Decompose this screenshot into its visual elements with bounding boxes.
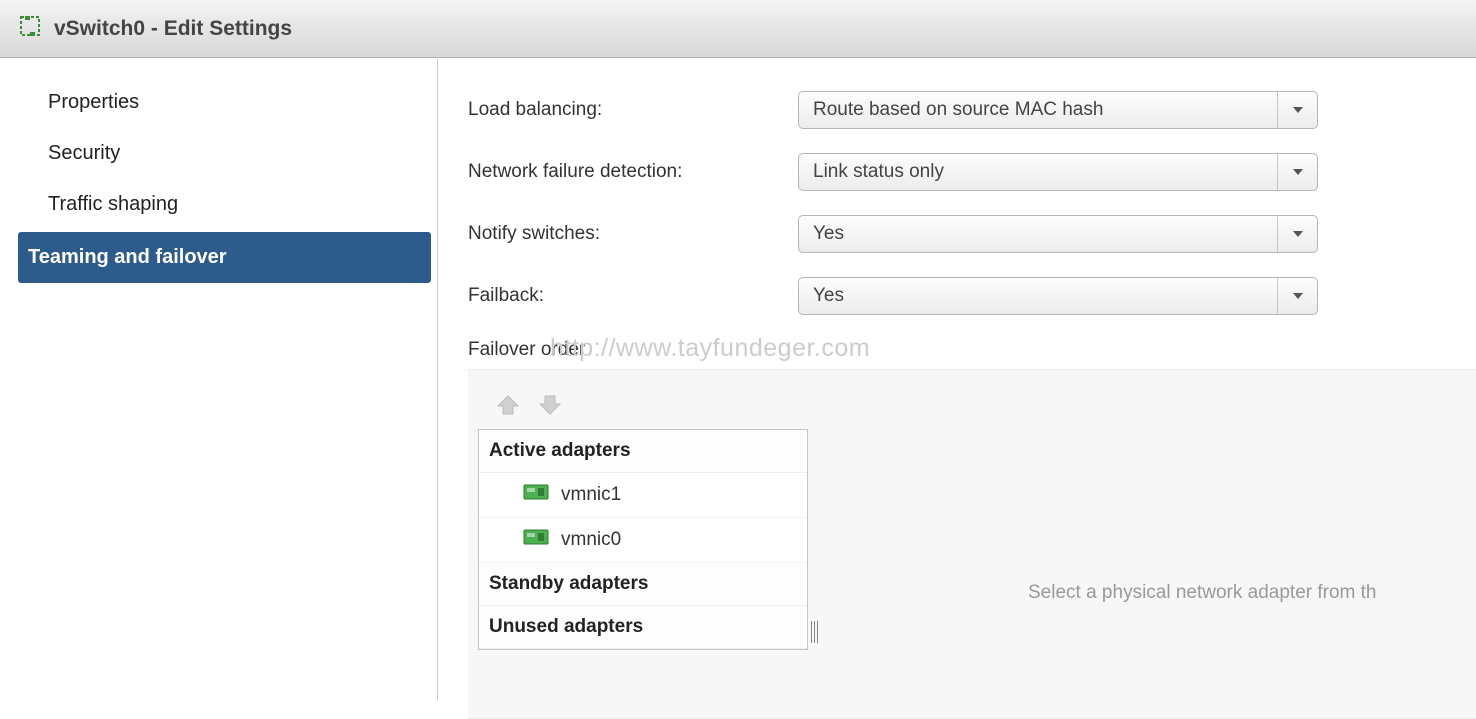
- sidebar-item-teaming-failover[interactable]: Teaming and failover: [18, 232, 431, 283]
- group-active-adapters: Active adapters: [479, 430, 807, 473]
- label-failure-detection: Network failure detection:: [468, 161, 798, 183]
- content-area: Properties Security Traffic shaping Team…: [0, 58, 1476, 700]
- sidebar: Properties Security Traffic shaping Team…: [0, 59, 438, 700]
- dropdown-load-balancing[interactable]: Route based on source MAC hash: [798, 91, 1318, 129]
- chevron-down-icon: [1277, 154, 1317, 190]
- row-failure-detection: Network failure detection: Link status o…: [468, 153, 1476, 191]
- titlebar: vSwitch0 - Edit Settings: [0, 0, 1476, 58]
- failover-order-header: Failover order: [468, 339, 1476, 361]
- failover-order-section: Active adapters vmnic1 vmnic0 Standby ad…: [468, 369, 1476, 719]
- row-notify-switches: Notify switches: Yes: [468, 215, 1476, 253]
- dropdown-failback[interactable]: Yes: [798, 277, 1318, 315]
- nic-icon: [523, 528, 549, 552]
- sidebar-item-security[interactable]: Security: [0, 128, 437, 179]
- adapter-label: vmnic1: [561, 484, 621, 506]
- chevron-down-icon: [1277, 92, 1317, 128]
- move-up-button[interactable]: [494, 394, 522, 421]
- dropdown-failure-detection[interactable]: Link status only: [798, 153, 1318, 191]
- chevron-down-icon: [1277, 278, 1317, 314]
- sidebar-item-traffic-shaping[interactable]: Traffic shaping: [0, 179, 437, 230]
- group-standby-adapters: Standby adapters: [479, 563, 807, 606]
- main-panel: Load balancing: Route based on source MA…: [438, 59, 1476, 700]
- sidebar-item-properties[interactable]: Properties: [0, 77, 437, 128]
- chevron-down-icon: [1277, 216, 1317, 252]
- dropdown-value: Link status only: [813, 161, 944, 183]
- dropdown-value: Route based on source MAC hash: [813, 99, 1103, 121]
- label-notify-switches: Notify switches:: [468, 223, 798, 245]
- group-unused-adapters: Unused adapters: [479, 606, 807, 649]
- label-failback: Failback:: [468, 285, 798, 307]
- adapter-row-vmnic0[interactable]: vmnic0: [479, 518, 807, 563]
- move-down-button[interactable]: [536, 394, 564, 421]
- resize-handle[interactable]: [811, 618, 823, 646]
- row-load-balancing: Load balancing: Route based on source MA…: [468, 91, 1476, 129]
- adapter-label: vmnic0: [561, 529, 621, 551]
- dropdown-notify-switches[interactable]: Yes: [798, 215, 1318, 253]
- dropdown-value: Yes: [813, 223, 844, 245]
- vswitch-icon: [18, 14, 42, 43]
- label-load-balancing: Load balancing:: [468, 99, 798, 121]
- adapter-row-vmnic1[interactable]: vmnic1: [479, 473, 807, 518]
- dropdown-value: Yes: [813, 285, 844, 307]
- nic-icon: [523, 483, 549, 507]
- adapter-list: Active adapters vmnic1 vmnic0 Standby ad…: [478, 429, 808, 650]
- adapter-hint-text: Select a physical network adapter from t…: [1028, 582, 1377, 604]
- reorder-buttons: [468, 376, 1476, 429]
- row-failback: Failback: Yes: [468, 277, 1476, 315]
- window-title: vSwitch0 - Edit Settings: [54, 17, 292, 41]
